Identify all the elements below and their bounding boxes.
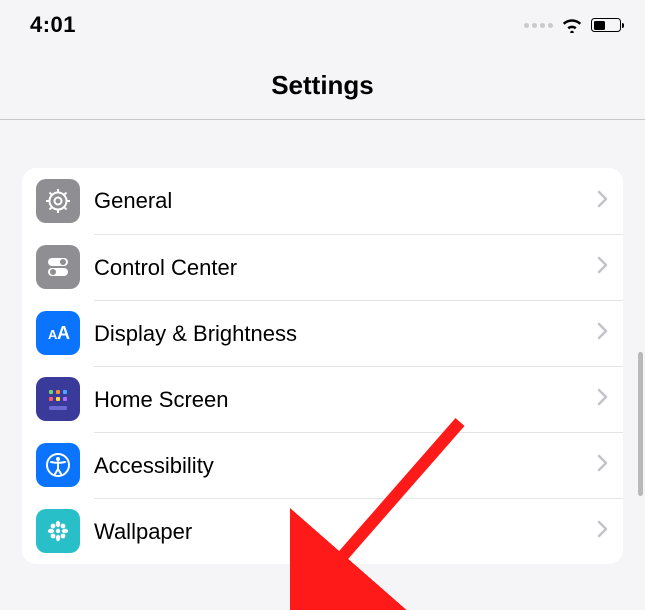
accessibility-icon [36, 443, 80, 487]
settings-row-general[interactable]: General [36, 168, 623, 234]
svg-text:A: A [57, 323, 70, 343]
status-bar: 4:01 [0, 0, 645, 44]
row-label: Accessibility [94, 453, 597, 479]
header: Settings [0, 44, 645, 120]
row-label: Control Center [94, 255, 597, 281]
multitask-dots-icon [524, 23, 553, 28]
settings-list: General Control Center AA Display & Brig… [22, 168, 623, 564]
chevron-right-icon [597, 256, 609, 279]
wifi-icon [561, 17, 583, 33]
status-time: 4:01 [30, 12, 76, 38]
chevron-right-icon [597, 388, 609, 411]
battery-icon [591, 18, 621, 32]
status-indicators [524, 17, 621, 33]
gear-icon [36, 179, 80, 223]
settings-row-display[interactable]: AA Display & Brightness [36, 300, 623, 366]
settings-row-control-center[interactable]: Control Center [36, 234, 623, 300]
row-label: General [94, 188, 597, 214]
row-label: Wallpaper [94, 519, 597, 545]
scrollbar[interactable] [638, 352, 643, 496]
row-label: Home Screen [94, 387, 597, 413]
toggles-icon [36, 245, 80, 289]
home-grid-icon [36, 377, 80, 421]
settings-row-accessibility[interactable]: Accessibility [36, 432, 623, 498]
chevron-right-icon [597, 322, 609, 345]
chevron-right-icon [597, 454, 609, 477]
settings-row-home-screen[interactable]: Home Screen [36, 366, 623, 432]
flower-icon [36, 509, 80, 553]
settings-row-wallpaper[interactable]: Wallpaper [36, 498, 623, 564]
chevron-right-icon [597, 520, 609, 543]
row-label: Display & Brightness [94, 321, 597, 347]
content: General Control Center AA Display & Brig… [0, 120, 645, 564]
text-size-icon: AA [36, 311, 80, 355]
page-title: Settings [0, 70, 645, 101]
chevron-right-icon [597, 190, 609, 213]
